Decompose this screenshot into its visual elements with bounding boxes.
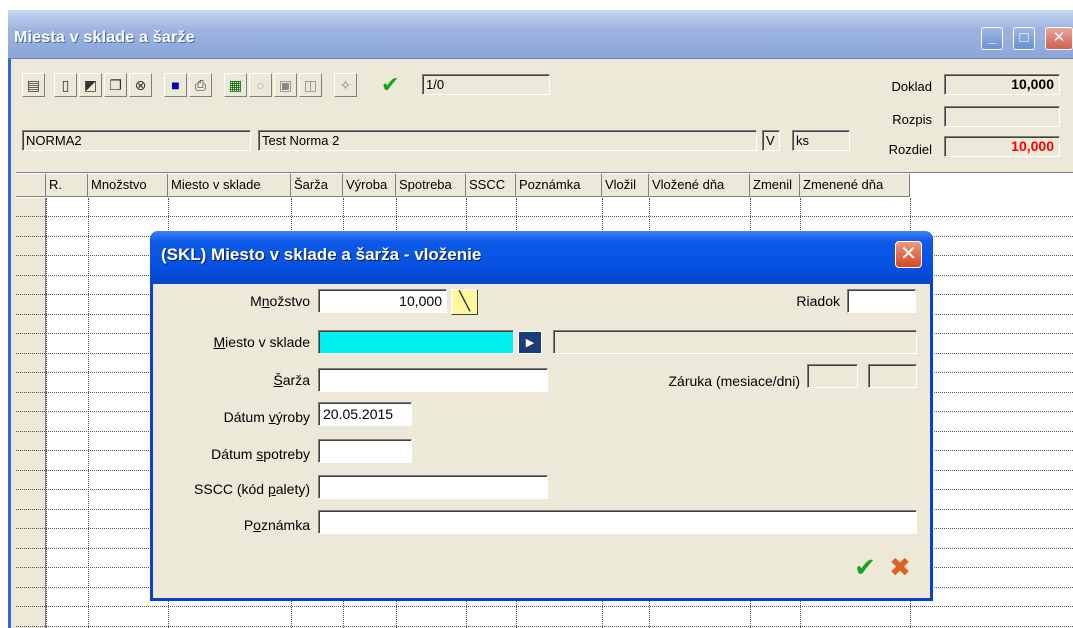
browse-play-icon[interactable]: ▶ xyxy=(518,331,542,354)
record-counter: 1/0 xyxy=(422,74,550,95)
name-field: Test Norma 2 xyxy=(258,130,757,151)
export-icon[interactable]: ◫ xyxy=(299,73,322,97)
print-icon[interactable]: ⎙ xyxy=(189,73,212,97)
dialog-title: (SKL) Miesto v sklade a šarža - vloženie xyxy=(161,245,482,264)
grid-column-header[interactable]: SSCC xyxy=(466,174,516,197)
grid-column-divider xyxy=(46,198,47,628)
window-title: Miesta v sklade a šarže xyxy=(14,29,195,46)
rozpis-value xyxy=(944,106,1060,127)
minimize-button[interactable]: _ xyxy=(981,27,1003,50)
zaruka-months-field xyxy=(807,364,858,388)
check-icon[interactable]: ✔ xyxy=(381,73,414,99)
cancel-x-icon[interactable]: ✖ xyxy=(884,552,916,582)
miesto-description-field xyxy=(553,330,917,354)
open-folder-icon[interactable]: ◩ xyxy=(79,73,102,97)
sscc-label: SSCC (kód palety) xyxy=(194,481,310,497)
grid-column-header[interactable]: Zmenil xyxy=(750,174,800,197)
grid-icon[interactable]: ▦ xyxy=(224,73,247,97)
miesto-label: Miesto v sklade xyxy=(213,334,311,350)
document-icon[interactable]: ▤ xyxy=(22,73,45,97)
vyroba-label: Dátum výroby xyxy=(223,409,310,425)
grid-column-divider xyxy=(88,198,89,628)
grid-column-header[interactable]: Vložil xyxy=(602,174,649,197)
flag-field: V xyxy=(762,130,780,151)
grid-corner xyxy=(16,174,46,197)
doklad-label: Doklad xyxy=(891,79,932,94)
grid-column-header[interactable]: Výroba xyxy=(343,174,396,197)
grid-column-header[interactable]: R. xyxy=(46,174,88,197)
grid-column-header[interactable]: Zmenené dňa xyxy=(800,174,910,197)
unit-field: ks xyxy=(792,130,850,151)
new-file-icon[interactable]: ▯ xyxy=(54,73,77,97)
delete-icon[interactable]: ⊗ xyxy=(129,73,152,97)
miesto-input[interactable] xyxy=(318,330,514,354)
rozpis-label: Rozpis xyxy=(892,112,932,127)
dialog-close-button[interactable]: ✕ xyxy=(895,241,922,268)
table-row[interactable] xyxy=(16,198,1073,217)
close-button[interactable]: ✕ xyxy=(1045,27,1073,50)
magic-wand-icon[interactable]: ✧ xyxy=(334,73,357,97)
doklad-value: 10,000 xyxy=(944,74,1060,95)
rozdiel-value: 10,000 xyxy=(944,136,1060,157)
magic-wand-icon[interactable]: ╲ xyxy=(451,289,478,315)
mnozstvo-label: Množstvo xyxy=(250,293,310,309)
poznamka-input[interactable] xyxy=(318,510,917,534)
circle-icon[interactable]: ○ xyxy=(249,73,272,97)
zaruka-days-field xyxy=(868,364,917,388)
grid-column-header[interactable]: Šarža xyxy=(291,174,343,197)
copy-icon[interactable]: ❐ xyxy=(104,73,127,97)
calendar-icon[interactable]: ▣ xyxy=(274,73,297,97)
monitor-icon[interactable]: ■ xyxy=(164,73,187,97)
rozdiel-label: Rozdiel xyxy=(888,142,932,157)
zaruka-label: Záruka (mesiace/dni) xyxy=(668,373,801,389)
spotreba-input[interactable] xyxy=(318,439,412,463)
vyroba-input[interactable]: 20.05.2015 xyxy=(318,402,412,426)
grid-column-header[interactable]: Poznámka xyxy=(516,174,602,197)
sarza-label: Šarža xyxy=(273,372,310,388)
grid-header: R. Množstvo Miesto v sklade Šarža Výroba Spot… xyxy=(16,174,910,197)
riadok-label: Riadok xyxy=(796,293,840,309)
poznamka-label: Poznámka xyxy=(243,517,310,533)
spotreba-label: Dátum spotreby xyxy=(211,446,310,462)
grid-column-header[interactable]: Miesto v sklade xyxy=(168,174,291,197)
sarza-input[interactable] xyxy=(318,368,548,392)
table-row[interactable] xyxy=(16,608,1073,627)
grid-column-header[interactable]: Množstvo xyxy=(88,174,168,197)
riadok-input[interactable] xyxy=(847,289,916,313)
grid-column-header[interactable]: Spotreba xyxy=(396,174,466,197)
grid-column-header[interactable]: Vložené dňa xyxy=(649,174,750,197)
maximize-button[interactable]: □ xyxy=(1013,27,1035,50)
mnozstvo-input[interactable]: 10,000 xyxy=(318,289,447,313)
code-field: NORMA2 xyxy=(22,130,251,151)
sscc-input[interactable] xyxy=(318,475,548,499)
ok-check-icon[interactable]: ✔ xyxy=(850,552,880,582)
